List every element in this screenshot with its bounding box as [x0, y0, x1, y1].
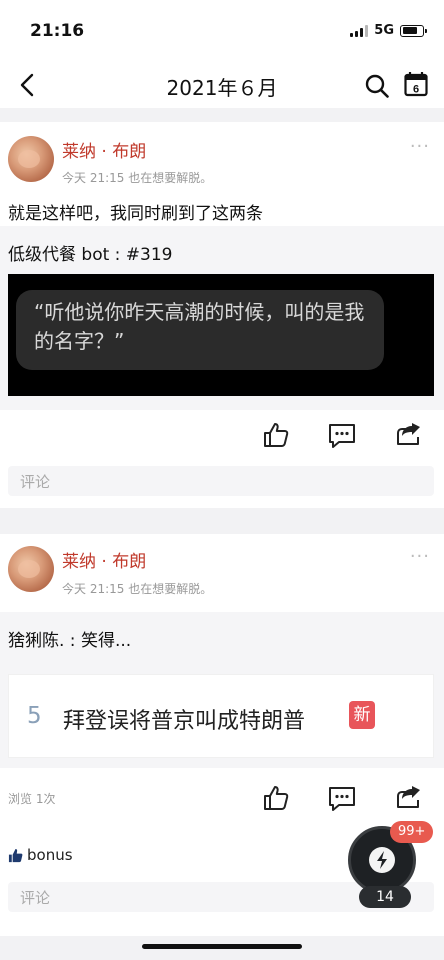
quote-text: “听他说你昨天高潮的时候，叫的是我的名字？” [34, 300, 365, 353]
status-indicators: 5G [350, 23, 427, 38]
liker-name: bonus [27, 846, 73, 864]
share-icon[interactable] [394, 421, 422, 449]
post-meta: 今天 21:15 也在想要解脱。 [62, 171, 213, 185]
quote-image[interactable]: “听他说你昨天高潮的时候，叫的是我的名字？” [8, 274, 434, 396]
status-time: 21:16 [30, 21, 85, 41]
home-indicator [142, 944, 302, 949]
more-icon[interactable]: ··· [410, 136, 430, 157]
post-card: 莱纳 · 布朗 今天 21:15 也在想要解脱。 ··· 就是这样吧，我同时刷到… [0, 122, 444, 508]
post-meta: 今天 21:15 也在想要解脱。 [62, 582, 213, 596]
calendar-day: 6 [413, 84, 419, 96]
like-icon[interactable] [262, 784, 290, 812]
more-icon[interactable]: ··· [410, 546, 430, 567]
floating-count: 14 [359, 886, 411, 908]
news-title: 拜登误将普京叫成特朗普 [63, 709, 306, 734]
nav-bar: 2021年６月 6 [0, 62, 444, 108]
search-icon[interactable] [364, 73, 390, 99]
status-bar: 21:16 5G [0, 0, 444, 62]
network-label: 5G [374, 23, 394, 38]
thumbs-up-icon [8, 848, 23, 862]
comment-icon[interactable] [328, 784, 356, 812]
repost-text: 低级代餐 bot : #319 [8, 245, 173, 265]
notification-badge: 99+ [390, 821, 434, 843]
calendar-icon[interactable]: 6 [404, 71, 428, 97]
comment-icon[interactable] [328, 421, 356, 449]
signal-icon [350, 24, 369, 37]
like-icon[interactable] [262, 421, 290, 449]
likers-row[interactable]: bonus [8, 846, 73, 864]
quote-bubble: “听他说你昨天高潮的时候，叫的是我的名字？” [16, 290, 384, 370]
author-name[interactable]: 莱纳 · 布朗 [62, 137, 146, 162]
author-name[interactable]: 莱纳 · 布朗 [62, 547, 146, 572]
new-badge: 新 [349, 701, 375, 729]
news-card[interactable]: 5 拜登误将普京叫成特朗普 新 [8, 674, 434, 758]
share-icon[interactable] [394, 784, 422, 812]
avatar[interactable] [8, 546, 54, 592]
comment-input[interactable]: 评论 [8, 466, 434, 496]
post-body: 就是这样吧，我同时刷到了这两条 [8, 204, 263, 224]
news-rank: 5 [27, 703, 42, 729]
view-count: 浏览 1次 [8, 792, 56, 806]
repost-block[interactable]: 低级代餐 bot : #319 “听他说你昨天高潮的时候，叫的是我的名字？” [0, 226, 444, 410]
battery-icon [400, 24, 427, 37]
lightning-icon [369, 847, 395, 873]
repost-text: 猞猁陈. : 笑得... [8, 631, 132, 651]
avatar[interactable] [8, 136, 54, 182]
repost-block[interactable]: 猞猁陈. : 笑得... 5 拜登误将普京叫成特朗普 新 [0, 612, 444, 768]
